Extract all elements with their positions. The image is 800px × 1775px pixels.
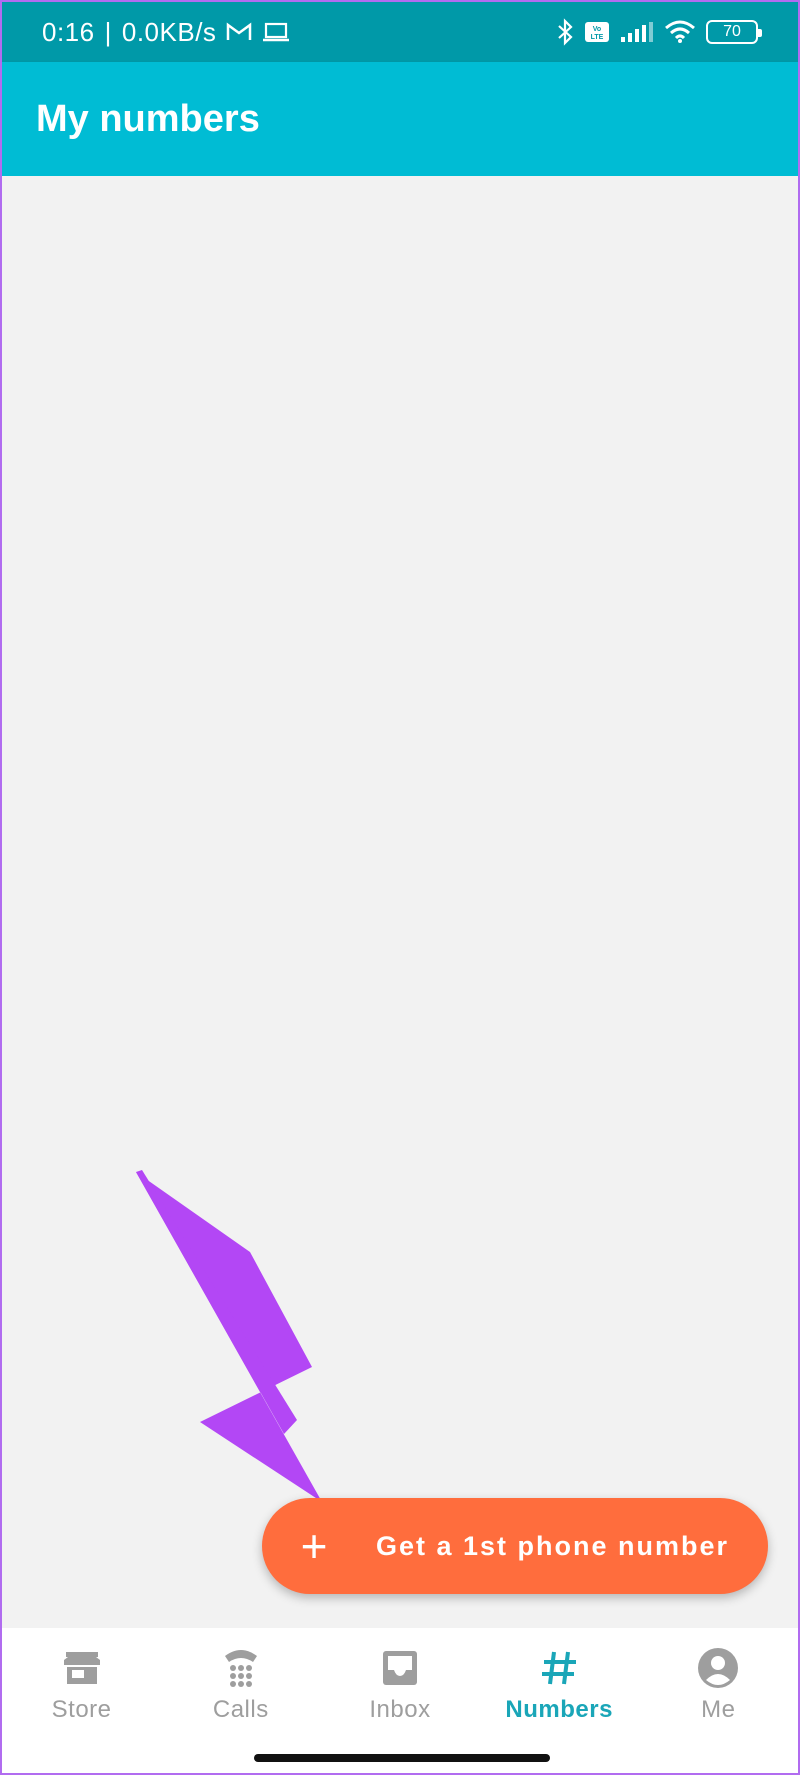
status-separator: | bbox=[104, 16, 112, 47]
status-bar: 0:16 | 0.0KB/s Vo LTE 70 bbox=[2, 2, 798, 62]
status-time: 0:16 bbox=[42, 16, 95, 47]
nav-item-store[interactable]: Store bbox=[12, 1646, 152, 1773]
status-right: Vo LTE 70 bbox=[556, 18, 762, 46]
svg-text:LTE: LTE bbox=[591, 34, 604, 41]
wifi-icon bbox=[664, 20, 696, 44]
volte-icon: Vo LTE bbox=[584, 21, 610, 43]
bottom-navigation: Store Calls Inbox Numbers Me bbox=[2, 1628, 798, 1773]
page-title: My numbers bbox=[36, 97, 260, 140]
svg-text:Vo: Vo bbox=[593, 26, 601, 33]
signal-icon bbox=[620, 21, 654, 43]
bluetooth-icon bbox=[556, 18, 574, 46]
home-indicator[interactable] bbox=[254, 1754, 550, 1762]
plus-icon: + bbox=[300, 1520, 328, 1572]
battery-level: 70 bbox=[723, 23, 741, 40]
app-bar: My numbers bbox=[2, 62, 798, 176]
nav-item-me[interactable]: Me bbox=[648, 1646, 788, 1773]
screen-frame: 0:16 | 0.0KB/s Vo LTE 70 My numbers + Ge… bbox=[0, 0, 800, 1775]
laptop-icon bbox=[262, 22, 290, 42]
inbox-icon bbox=[378, 1646, 422, 1690]
nav-label-inbox: Inbox bbox=[369, 1696, 431, 1723]
nav-label-store: Store bbox=[51, 1696, 112, 1723]
gmail-icon bbox=[226, 22, 252, 42]
status-network-speed: 0.0KB/s bbox=[121, 16, 217, 47]
nav-label-calls: Calls bbox=[212, 1696, 269, 1723]
nav-label-numbers: Numbers bbox=[505, 1696, 613, 1723]
store-icon bbox=[60, 1646, 104, 1690]
status-left: 0:16 | 0.0KB/s bbox=[42, 17, 290, 48]
battery-icon: 70 bbox=[706, 20, 762, 44]
get-phone-number-button[interactable]: + Get a 1st phone number bbox=[262, 1498, 768, 1594]
numbers-list-empty bbox=[2, 176, 798, 1626]
hash-icon bbox=[537, 1646, 581, 1690]
nav-label-me: Me bbox=[701, 1696, 736, 1723]
dialpad-icon bbox=[219, 1646, 263, 1690]
get-phone-number-label: Get a 1st phone number bbox=[376, 1530, 730, 1561]
account-icon bbox=[696, 1646, 740, 1690]
